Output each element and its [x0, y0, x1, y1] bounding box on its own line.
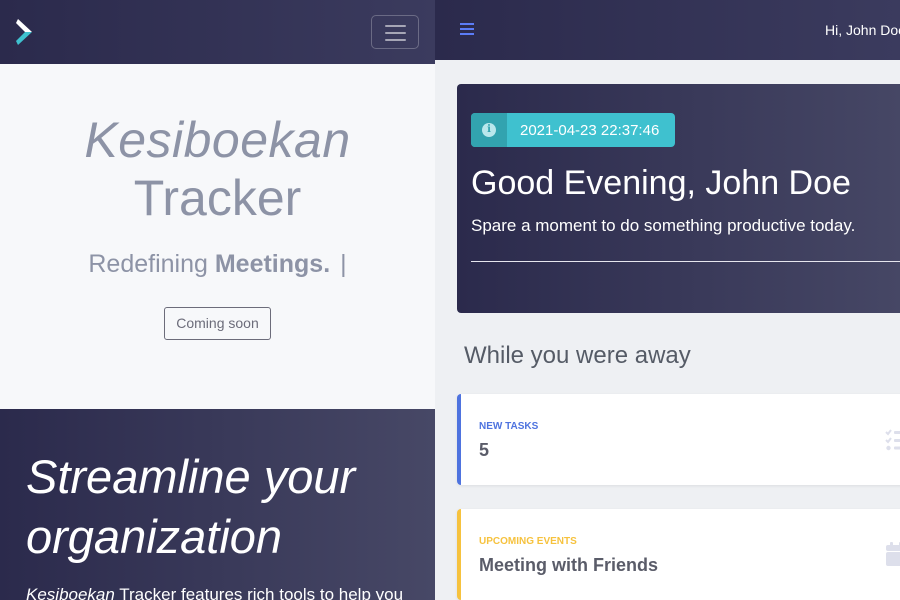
brand-logo-icon[interactable]	[16, 19, 34, 45]
new-tasks-card[interactable]: New Tasks 5	[457, 394, 900, 485]
landing-pane: Kesiboekan Tracker Redefining Meetings. |…	[0, 0, 435, 600]
card-label: New Tasks	[479, 421, 539, 432]
upcoming-events-card[interactable]: Upcoming Events Meeting with Friends	[457, 509, 900, 600]
welcome-card: i 2021-04-23 22:37:46 Good Evening, John…	[457, 84, 900, 313]
feature-text-brand: Kesiboekan	[26, 585, 115, 600]
timestamp-text: 2021-04-23 22:37:46	[520, 122, 660, 139]
dashboard-topbar: Hi, John Doe	[435, 0, 900, 60]
hero-title-line2: Tracker	[133, 170, 302, 226]
hero-subtitle-typed: Meetings.	[214, 250, 331, 278]
calendar-icon	[886, 542, 900, 566]
feature-text: Kesiboekan Tracker features rich tools t…	[26, 585, 435, 600]
info-icon: i	[482, 123, 496, 137]
sidebar-toggle-icon[interactable]	[460, 23, 474, 35]
alert-icon-box: i	[471, 113, 507, 147]
hero-subtitle-prefix: Redefining	[88, 250, 215, 278]
feature-section: Streamline your organization Kesiboekan …	[0, 409, 435, 600]
welcome-subtitle: Spare a moment to do something productiv…	[471, 216, 856, 235]
divider	[471, 261, 900, 262]
hero-section: Kesiboekan Tracker Redefining Meetings. |…	[0, 64, 435, 409]
typing-cursor: |	[340, 250, 347, 278]
user-greeting[interactable]: Hi, John Doe	[825, 22, 900, 38]
hero-subtitle: Redefining Meetings. |	[0, 250, 435, 279]
dashboard-pane: Hi, John Doe i 2021-04-23 22:37:46 Good …	[435, 0, 900, 600]
timestamp-alert: i 2021-04-23 22:37:46	[471, 113, 675, 147]
section-title: While you were away	[464, 342, 691, 369]
welcome-title: Good Evening, John Doe	[471, 164, 851, 202]
card-value: Meeting with Friends	[479, 555, 659, 575]
card-label: Upcoming Events	[479, 536, 577, 547]
feature-text-rest: Tracker features rich tools to help you	[114, 585, 404, 600]
card-value: 5	[479, 440, 490, 460]
coming-soon-button[interactable]: Coming soon	[164, 307, 271, 340]
feature-title: Streamline your organization	[26, 450, 356, 563]
hero-title-line1: Kesiboekan	[84, 112, 351, 168]
navbar-toggler-button[interactable]	[371, 15, 419, 49]
tasks-checklist-icon	[885, 429, 900, 451]
landing-navbar	[0, 0, 435, 64]
